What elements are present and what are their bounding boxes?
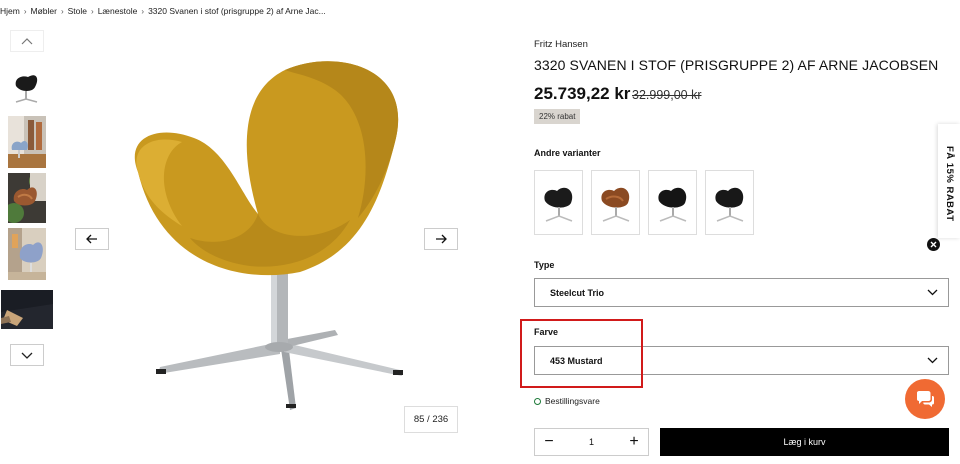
promo-side-tab[interactable]: FÅ 15% RABAT — [938, 124, 960, 238]
color-label: Farve — [534, 327, 559, 337]
breadcrumb: Hjem › Møbler › Stole › Lænestole › 3320… — [0, 6, 326, 16]
arrow-right-icon — [436, 234, 447, 244]
main-product-image — [110, 42, 420, 412]
chair-thumbnail — [657, 187, 686, 222]
quantity-value[interactable]: 1 — [589, 437, 594, 447]
chevron-right-icon: › — [23, 6, 27, 16]
stock-status: Bestillingsvare — [534, 396, 600, 406]
chair-thumbnail — [600, 187, 629, 222]
chat-bubble-icon — [917, 391, 934, 407]
variant-black-chair-3[interactable] — [705, 170, 754, 235]
brand-name[interactable]: Fritz Hansen — [534, 39, 588, 50]
close-icon — [930, 241, 937, 248]
chair-thumbnail — [543, 187, 572, 222]
chevron-down-icon — [21, 352, 33, 359]
chat-button[interactable] — [905, 379, 945, 419]
discount-badge: 22% rabat — [534, 109, 581, 124]
previous-image-button[interactable] — [75, 228, 109, 250]
chevron-right-icon: › — [141, 6, 145, 16]
next-image-button[interactable] — [424, 228, 458, 250]
quantity-stepper: − 1 + — [534, 428, 649, 456]
current-price: 25.739,22 kr — [534, 84, 631, 103]
breadcrumb-armchairs[interactable]: Lænestole — [98, 6, 138, 16]
product-panel: Fritz Hansen 3320 SVANEN I STOF (PRISGRU… — [520, 0, 950, 464]
thumbnail-black-chair[interactable] — [8, 68, 44, 108]
thumbnail-rail — [0, 28, 60, 464]
status-dot-icon — [534, 397, 541, 405]
variant-black-chair-1[interactable] — [534, 170, 583, 235]
chair-thumbnail — [714, 187, 743, 222]
image-counter: 85 / 236 — [404, 406, 458, 433]
stock-status-label: Bestillingsvare — [545, 396, 600, 406]
type-label: Type — [534, 260, 555, 270]
chevron-down-icon — [927, 289, 938, 296]
quantity-decrease-button[interactable]: − — [541, 433, 557, 450]
thumbnails-up-button[interactable] — [10, 30, 44, 52]
promo-label: FÅ 15% RABAT — [944, 146, 955, 222]
breadcrumb-current: 3320 Svanen i stof (prisgruppe 2) af Arn… — [148, 6, 326, 16]
chevron-right-icon: › — [60, 6, 64, 16]
quantity-increase-button[interactable]: + — [626, 433, 642, 450]
close-promo-button[interactable] — [927, 238, 940, 251]
add-to-cart-button[interactable]: Læg i kurv — [660, 428, 949, 456]
thumbnail-dark-detail[interactable] — [1, 290, 53, 329]
chevron-down-icon — [927, 357, 938, 364]
type-select[interactable]: Steelcut Trio — [534, 278, 949, 307]
variant-cognac-chair[interactable] — [591, 170, 640, 235]
chevron-up-icon — [21, 37, 33, 44]
thumbnail-blue-chair[interactable] — [8, 228, 46, 280]
color-select[interactable]: 453 Mustard — [534, 346, 949, 375]
original-price: 32.999,00 kr — [632, 88, 702, 102]
thumbnails-down-button[interactable] — [10, 344, 44, 366]
variants-label: Andre varianter — [534, 148, 601, 158]
type-select-value: Steelcut Trio — [550, 287, 605, 298]
breadcrumb-home[interactable]: Hjem — [0, 6, 20, 16]
product-title: 3320 SVANEN I STOF (PRISGRUPPE 2) AF ARN… — [534, 57, 939, 73]
breadcrumb-furniture[interactable]: Møbler — [31, 6, 57, 16]
thumbnail-leather-chair[interactable] — [8, 173, 46, 223]
color-select-value: 453 Mustard — [550, 355, 603, 366]
breadcrumb-chairs[interactable]: Stole — [68, 6, 87, 16]
chevron-right-icon: › — [91, 6, 94, 16]
variant-black-chair-2[interactable] — [648, 170, 697, 235]
variant-list — [534, 170, 754, 235]
thumbnail-room-scene[interactable] — [8, 116, 46, 168]
arrow-left-icon — [86, 234, 97, 244]
